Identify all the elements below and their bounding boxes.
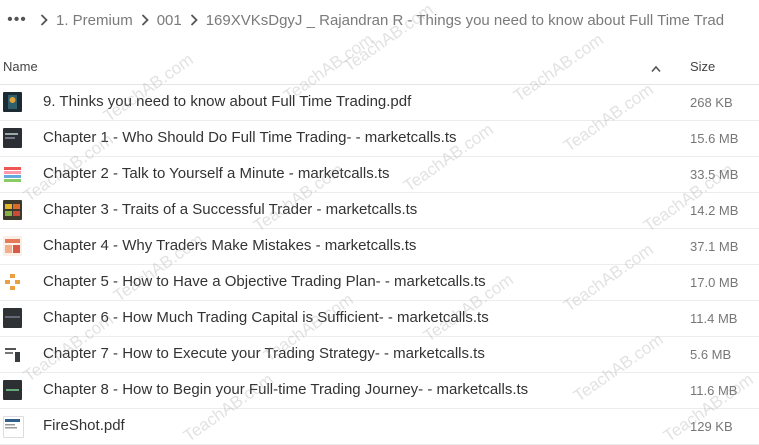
sort-ascending-icon[interactable] bbox=[651, 60, 661, 78]
file-name[interactable]: FireShot.pdf bbox=[43, 417, 125, 434]
file-size: 17.0 MB bbox=[690, 275, 739, 290]
file-size: 14.2 MB bbox=[690, 203, 739, 218]
file-row[interactable]: Chapter 8 - How to Begin your Full-time … bbox=[0, 373, 759, 409]
file-size: 33.5 MB bbox=[690, 167, 739, 182]
file-size: 15.6 MB bbox=[690, 131, 739, 146]
file-row[interactable]: Chapter 1 - Who Should Do Full Time Trad… bbox=[0, 121, 759, 157]
file-row[interactable]: Chapter 5 - How to Have a Objective Trad… bbox=[0, 265, 759, 301]
file-row[interactable]: Chapter 2 - Talk to Yourself a Minute - … bbox=[0, 157, 759, 193]
file-size: 268 KB bbox=[690, 95, 733, 110]
file-name[interactable]: Chapter 3 - Traits of a Successful Trade… bbox=[43, 201, 417, 218]
video-thumbnail-icon bbox=[3, 164, 22, 184]
video-thumbnail-icon bbox=[3, 200, 22, 220]
chevron-right-icon bbox=[133, 14, 157, 26]
file-name[interactable]: Chapter 8 - How to Begin your Full-time … bbox=[43, 381, 528, 398]
breadcrumb-item-001[interactable]: 001 bbox=[157, 12, 182, 29]
video-thumbnail-icon bbox=[3, 128, 22, 148]
file-name[interactable]: Chapter 5 - How to Have a Objective Trad… bbox=[43, 273, 486, 290]
file-size: 129 KB bbox=[690, 419, 733, 434]
breadcrumb-item-current-folder[interactable]: 169XVKsDgyJ _ Rajandran R - Things you n… bbox=[206, 12, 724, 29]
chevron-right-icon bbox=[182, 14, 206, 26]
file-name[interactable]: 9. Thinks you need to know about Full Ti… bbox=[43, 93, 411, 110]
video-thumbnail-icon bbox=[3, 308, 22, 328]
video-thumbnail-icon bbox=[3, 272, 22, 292]
column-header-name[interactable]: Name bbox=[3, 59, 38, 74]
file-size: 11.6 MB bbox=[690, 383, 738, 398]
file-size: 5.6 MB bbox=[690, 347, 732, 362]
file-name[interactable]: Chapter 7 - How to Execute your Trading … bbox=[43, 345, 485, 362]
pdf-thumbnail-icon bbox=[3, 92, 22, 112]
video-thumbnail-icon bbox=[3, 236, 22, 256]
file-row[interactable]: Chapter 4 - Why Traders Make Mistakes - … bbox=[0, 229, 759, 265]
list-header: Name Size bbox=[0, 50, 759, 85]
more-icon[interactable]: ••• bbox=[2, 11, 32, 29]
file-name[interactable]: Chapter 1 - Who Should Do Full Time Trad… bbox=[43, 129, 456, 146]
chevron-right-icon bbox=[32, 14, 56, 26]
video-thumbnail-icon bbox=[3, 380, 22, 400]
breadcrumb-item-premium[interactable]: 1. Premium bbox=[56, 12, 133, 29]
file-list: 9. Thinks you need to know about Full Ti… bbox=[0, 85, 759, 445]
file-row[interactable]: Chapter 6 - How Much Trading Capital is … bbox=[0, 301, 759, 337]
file-name[interactable]: Chapter 2 - Talk to Yourself a Minute - … bbox=[43, 165, 390, 182]
file-name[interactable]: Chapter 4 - Why Traders Make Mistakes - … bbox=[43, 237, 416, 254]
file-size: 37.1 MB bbox=[690, 239, 739, 254]
column-header-size[interactable]: Size bbox=[690, 59, 715, 74]
file-size: 11.4 MB bbox=[690, 311, 738, 326]
pdf-thumbnail-icon bbox=[3, 416, 24, 438]
file-row[interactable]: 9. Thinks you need to know about Full Ti… bbox=[0, 85, 759, 121]
file-row[interactable]: Chapter 3 - Traits of a Successful Trade… bbox=[0, 193, 759, 229]
file-name[interactable]: Chapter 6 - How Much Trading Capital is … bbox=[43, 309, 489, 326]
file-row[interactable]: Chapter 7 - How to Execute your Trading … bbox=[0, 337, 759, 373]
video-thumbnail-icon bbox=[3, 344, 22, 364]
breadcrumb: ••• 1. Premium 001 169XVKsDgyJ _ Rajandr… bbox=[0, 0, 759, 40]
